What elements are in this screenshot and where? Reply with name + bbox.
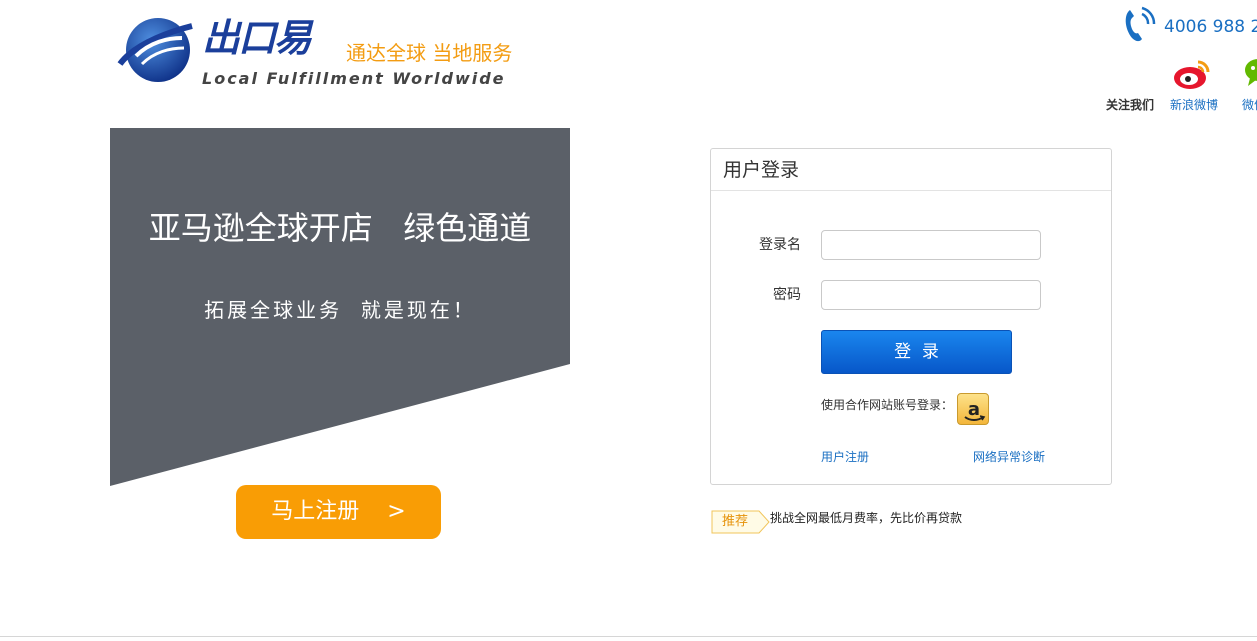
phone-number: 4006 988 2 [1164, 17, 1257, 37]
amazon-icon: a [964, 399, 986, 421]
banner-headline: 亚马逊全球开店 绿色通道 [148, 209, 532, 247]
partner-login-label: 使用合作网站账号登录： [821, 398, 954, 412]
brand-name: 出口易 [202, 16, 312, 60]
password-label: 密码 [773, 287, 801, 303]
username-input[interactable] [821, 230, 1041, 260]
hotline: 4006 988 2 [1120, 6, 1257, 46]
brand-slogan: 通达全球 当地服务 [346, 41, 513, 65]
svg-text:a: a [968, 399, 980, 420]
username-label: 登录名 [759, 237, 801, 253]
password-input[interactable] [821, 280, 1041, 310]
weibo-link[interactable]: 新浪微博 [1170, 96, 1218, 113]
phone-icon [1125, 6, 1156, 42]
site-logo[interactable]: 出口易 通达全球 当地服务 Local Fulfillment Worldwid… [116, 12, 536, 92]
recommend-badge: 推荐 [711, 510, 775, 534]
brand-tagline: Local Fulfillment Worldwide [202, 69, 506, 88]
recommend-badge-text: 推荐 [721, 514, 748, 529]
login-button[interactable]: 登 录 [821, 330, 1012, 374]
recommend-link[interactable]: 挑战全网最低月费率，先比价再贷款 [770, 510, 962, 526]
user-register-link[interactable]: 用户注册 [821, 449, 869, 465]
amazon-login-button[interactable]: a [957, 393, 989, 425]
globe-logo-icon [117, 18, 193, 82]
social-links: 关注我们 新浪微博 微信 [1106, 56, 1257, 116]
wechat-icon[interactable] [1244, 56, 1257, 90]
login-divider [711, 190, 1111, 191]
login-title: 用户登录 [723, 159, 800, 181]
footer-divider [0, 636, 1257, 637]
weibo-icon[interactable] [1172, 56, 1212, 92]
network-diagnose-link[interactable]: 网络异常诊断 [973, 449, 1045, 465]
promo-banner: 亚马逊全球开店 绿色通道 拓展全球业务 就是现在！ [110, 128, 570, 488]
login-panel: 用户登录 登录名 密码 登 录 使用合作网站账号登录： a 用户注册 网络异常诊… [710, 148, 1112, 485]
banner-subline: 拓展全球业务 就是现在！ [204, 298, 476, 322]
wechat-link[interactable]: 微信 [1242, 96, 1257, 113]
register-now-button[interactable]: 马上注册 > [236, 485, 441, 539]
follow-label: 关注我们 [1106, 98, 1155, 112]
